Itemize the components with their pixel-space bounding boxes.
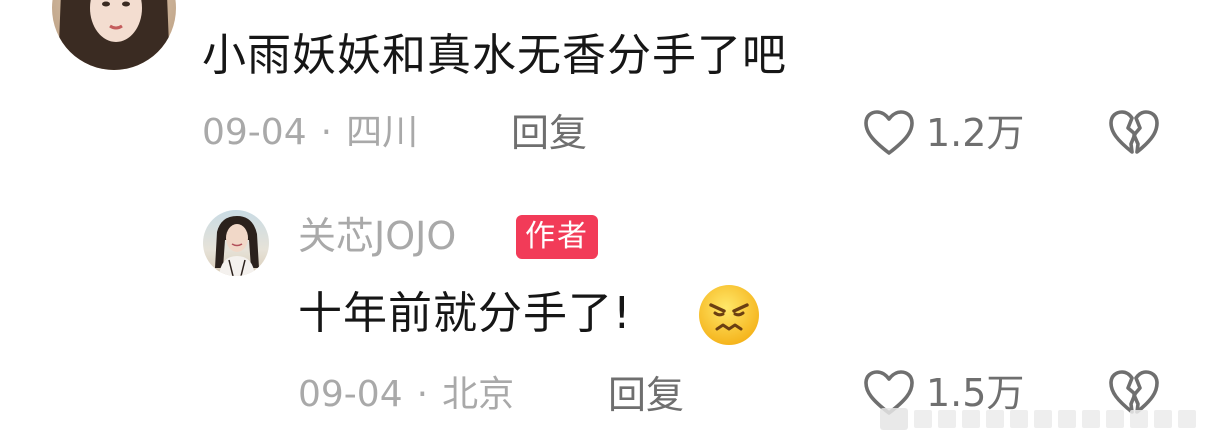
like-button[interactable]: 1.2万 <box>862 108 1024 158</box>
comment-meta: 09-04 · 四川 <box>202 111 418 155</box>
watermark-image <box>880 398 1210 438</box>
author-name[interactable]: 关芯JOJO <box>298 213 456 259</box>
meta-separator: · <box>320 112 333 153</box>
author-avatar-icon <box>203 210 269 276</box>
author-badge: 作者 <box>516 215 598 259</box>
broken-heart-icon <box>1109 110 1159 154</box>
like-count: 1.2万 <box>926 111 1025 155</box>
reply-text: 十年前就分手了! <box>298 288 632 339</box>
heart-outline-icon <box>864 110 914 155</box>
user-avatar-icon <box>52 0 176 70</box>
dislike-button[interactable] <box>1107 108 1161 158</box>
reply-date: 09-04 <box>298 374 403 415</box>
avatar[interactable] <box>203 210 269 276</box>
meta-separator: · <box>416 374 429 415</box>
comment-text: 小雨妖妖和真水无香分手了吧 <box>202 30 787 81</box>
angry-face-emoji-icon <box>697 283 761 347</box>
reply-location: 北京 <box>442 374 515 415</box>
reply-button[interactable]: 回复 <box>608 373 684 417</box>
avatar[interactable] <box>52 0 176 70</box>
reply-meta: 09-04 · 北京 <box>298 373 514 417</box>
comment-date: 09-04 <box>202 112 307 153</box>
reply-button[interactable]: 回复 <box>511 111 587 155</box>
comment-location: 四川 <box>346 112 419 153</box>
comment-thread: 小雨妖妖和真水无香分手了吧 09-04 · 四川 回复 1.2万 关芯JOJO … <box>0 0 1224 447</box>
